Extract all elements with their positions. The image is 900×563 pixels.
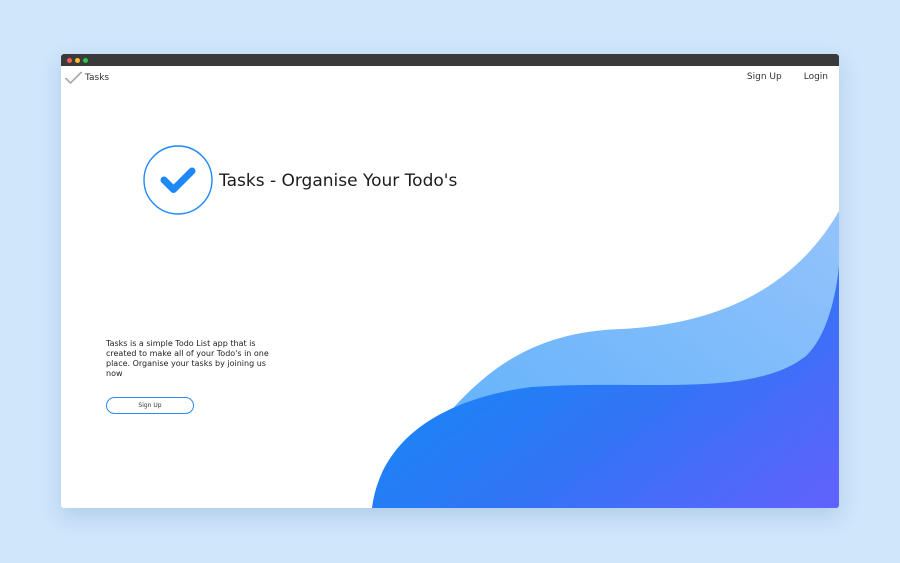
maximize-window-button[interactable] [83, 57, 88, 63]
hero-title: Tasks - Organise Your Todo's [219, 171, 458, 191]
nav-sign-up-link[interactable]: Sign Up [747, 72, 782, 82]
brand-name: Tasks [85, 73, 110, 83]
top-nav: Sign Up Login [747, 72, 828, 82]
hero-description: Tasks is a simple Todo List app that is … [106, 339, 269, 378]
brand[interactable]: Tasks [64, 70, 109, 86]
close-window-button[interactable] [67, 57, 72, 63]
checkmark-icon [64, 70, 83, 86]
nav-login-link[interactable]: Login [804, 72, 828, 82]
minimize-window-button[interactable] [75, 57, 80, 63]
background-waves [372, 211, 839, 508]
browser-titlebar [61, 54, 839, 66]
checkmark-circle-icon [143, 145, 213, 215]
browser-window: Tasks Sign Up Login Tasks - Organise You… [61, 54, 839, 508]
landing-page: Tasks Sign Up Login Tasks - Organise You… [61, 66, 839, 508]
hero-sign-up-button[interactable]: Sign Up [106, 397, 194, 414]
